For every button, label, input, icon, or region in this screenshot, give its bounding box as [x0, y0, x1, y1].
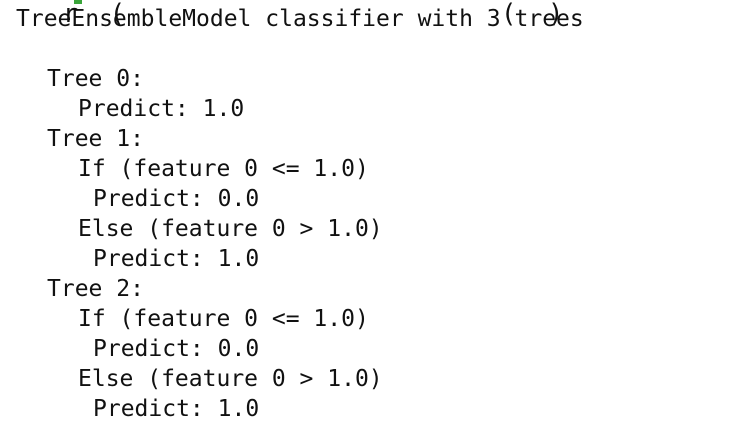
- tree-1-if-condition: If (feature 0 <= 1.0): [78, 156, 369, 182]
- tree-1-if-predict: Predict: 0.0: [93, 186, 260, 212]
- tree-1-else-condition: Else (feature 0 > 1.0): [78, 216, 383, 242]
- tree-0-predict: Predict: 1.0: [78, 96, 245, 122]
- tree-1-else-predict: Predict: 1.0: [93, 246, 260, 272]
- tree-1-label: Tree 1:: [47, 126, 144, 152]
- tree-2-else-predict: Predict: 1.0: [93, 396, 260, 422]
- tree-2-label: Tree 2:: [47, 276, 144, 302]
- tree-2-if-condition: If (feature 0 <= 1.0): [78, 306, 369, 332]
- tree-0-label: Tree 0:: [47, 66, 144, 92]
- tree-2-if-predict: Predict: 0.0: [93, 336, 260, 362]
- console-output: TreeEnsembleModel classifier with 3 tree…: [16, 4, 716, 424]
- output-header: TreeEnsembleModel classifier with 3 tree…: [16, 6, 584, 32]
- tree-2-else-condition: Else (feature 0 > 1.0): [78, 366, 383, 392]
